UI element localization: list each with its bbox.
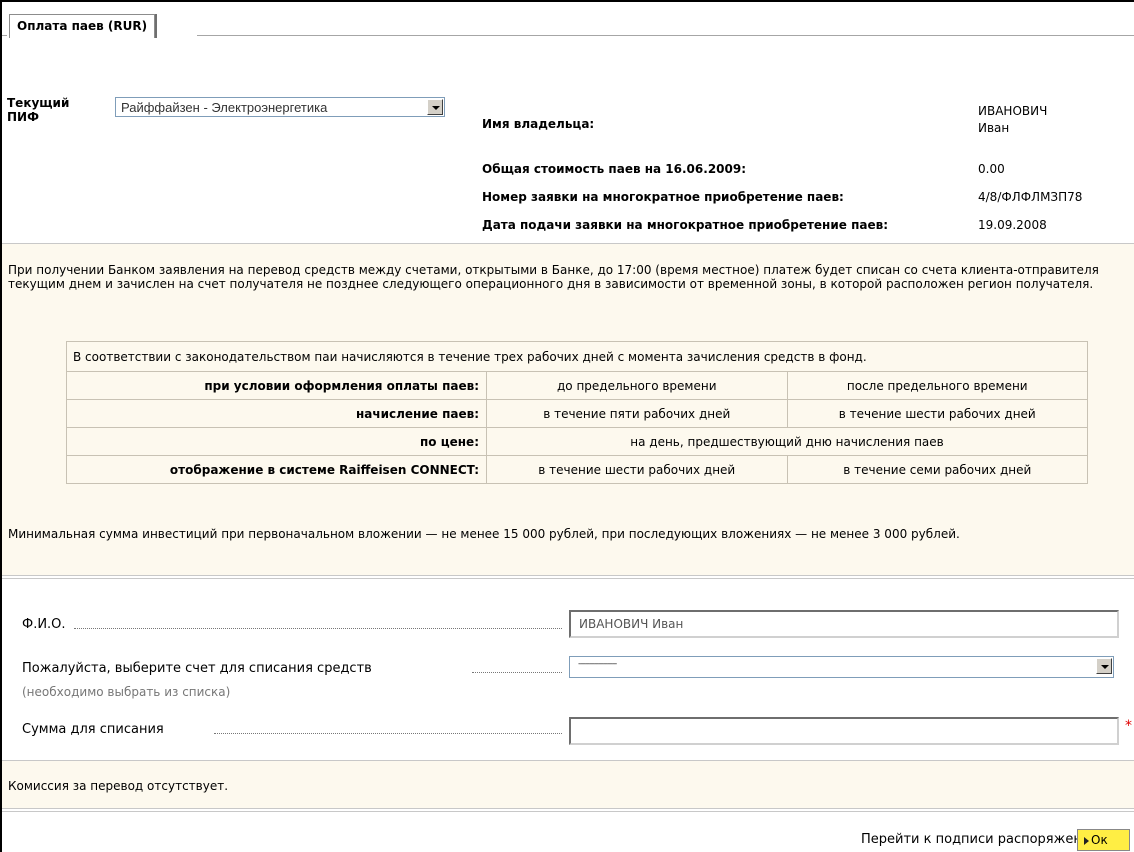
fund-select-value: Райффайзен - Электроэнергетика — [121, 100, 328, 115]
current-fund-label-line2: ПИФ — [7, 110, 39, 124]
terms-cell: на день, предшествующий дню начисления п… — [486, 427, 1088, 456]
fio-value: ИВАНОВИЧ Иван — [579, 617, 684, 631]
required-marker: * — [1125, 718, 1132, 734]
order-number-label: Номер заявки на многократное приобретени… — [482, 190, 844, 204]
account-note: (необходимо выбрать из списка) — [22, 685, 231, 699]
total-value-label: Общая стоимость паев на 16.06.2009: — [482, 162, 747, 176]
terms-row-label: отображение в системе Raiffeisen CONNECT… — [66, 455, 487, 484]
play-arrow-icon — [1084, 836, 1089, 845]
dotted-leader — [472, 672, 562, 674]
fio-field[interactable]: ИВАНОВИЧ Иван — [569, 610, 1119, 638]
tab-underline-left — [2, 35, 7, 36]
order-date: 19.09.2008 — [978, 218, 1047, 232]
table-row: по цене: на день, предшествующий дню нач… — [66, 427, 1088, 456]
divider — [2, 575, 1134, 576]
total-value: 0.00 — [978, 162, 1005, 176]
dotted-leader — [214, 733, 562, 735]
terms-row-label: начисление паев: — [66, 399, 487, 428]
fio-label: Ф.И.О. — [22, 617, 66, 632]
owner-surname: ИВАНОВИЧ — [978, 104, 1048, 118]
terms-row-label: при условии оформления оплаты паев: — [66, 371, 487, 400]
ok-button-label: Ок — [1091, 833, 1108, 847]
terms-cell: в течение пяти рабочих дней — [486, 399, 788, 428]
chevron-down-icon[interactable] — [1096, 658, 1112, 674]
min-investment-notice: Минимальная сумма инвестиций при первона… — [8, 527, 960, 541]
amount-label: Сумма для списания — [22, 722, 164, 737]
table-row: при условии оформления оплаты паев: до п… — [66, 371, 1088, 400]
terms-row-label: по цене: — [66, 427, 487, 456]
owner-name: ИВАНОВИЧ Иван — [978, 103, 1047, 137]
current-fund-label: Текущий ПИФ — [7, 96, 69, 124]
commission-text: Комиссия за перевод отсутствует. — [8, 779, 229, 793]
tab-underline — [197, 35, 1134, 36]
terms-cell: до предельного времени — [486, 371, 788, 400]
account-select[interactable]: ----------------- — [569, 656, 1114, 678]
amount-input[interactable] — [569, 717, 1119, 745]
divider — [2, 811, 1134, 812]
transfer-notice: При получении Банком заявления на перево… — [8, 263, 1099, 291]
table-row: начисление паев: в течение пяти рабочих … — [66, 399, 1088, 428]
divider — [2, 808, 1134, 809]
terms-table: В соответствии с законодательством паи н… — [66, 341, 1088, 484]
tab-payment-units[interactable]: Оплата паев (RUR) — [9, 14, 156, 38]
sign-order-label: Перейти к подписи распоряжения — [861, 832, 1099, 847]
owner-firstname: Иван — [978, 121, 1010, 135]
terms-cell: в течение шести рабочих дней — [486, 455, 788, 484]
order-number: 4/8/ФЛФЛМЗП78 — [978, 190, 1083, 204]
terms-intro: В соответствии с законодательством паи н… — [66, 341, 1088, 372]
order-date-label: Дата подачи заявки на многократное приоб… — [482, 218, 888, 232]
current-fund-label-line1: Текущий — [7, 96, 70, 110]
account-select-value: ----------------- — [578, 659, 617, 669]
terms-cell: в течение семи рабочих дней — [786, 455, 1088, 484]
owner-label: Имя владельца: — [482, 117, 595, 131]
terms-cell: в течение шести рабочих дней — [786, 399, 1088, 428]
tab-bar: Оплата паев (RUR) — [2, 2, 1134, 38]
chevron-down-icon[interactable] — [427, 99, 443, 115]
account-label: Пожалуйста, выберите счет для списания с… — [22, 661, 372, 676]
dotted-leader — [74, 628, 562, 630]
terms-intro-row: В соответствии с законодательством паи н… — [66, 341, 1088, 372]
terms-cell: после предельного времени — [786, 371, 1088, 400]
fund-select[interactable]: Райффайзен - Электроэнергетика — [115, 97, 445, 117]
table-row: отображение в системе Raiffeisen CONNECT… — [66, 455, 1088, 484]
ok-button[interactable]: Ок — [1077, 829, 1130, 851]
divider — [2, 578, 1134, 579]
